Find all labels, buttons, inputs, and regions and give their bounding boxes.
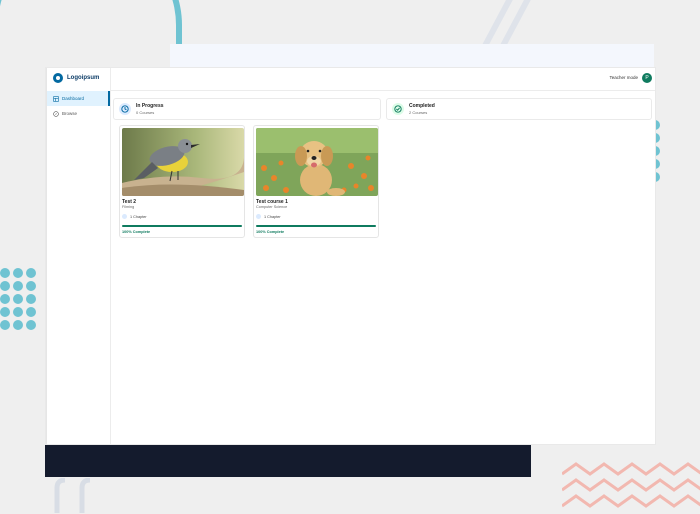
logo[interactable]: Logoipsum <box>53 73 99 83</box>
stat-title: In Progress <box>136 103 164 109</box>
course-category: Computer Science <box>256 205 288 209</box>
course-card[interactable]: Test course 1 Computer Science 1 Chapter… <box>253 125 379 238</box>
sidebar: Logoipsum Dashboard Browse <box>47 68 111 444</box>
sidebar-item-label: Dashboard <box>62 96 85 101</box>
course-card[interactable]: Test 2 Filming 1 Chapter 100% Complete <box>119 125 245 238</box>
book-icon <box>122 214 127 219</box>
sidebar-item-label: Browse <box>62 111 78 116</box>
decor-dots-left <box>0 268 36 330</box>
course-thumbnail-puppy <box>256 128 378 196</box>
chapter-count: 1 Chapter <box>122 214 147 219</box>
in-progress-card: In Progress 0 Courses <box>113 98 381 120</box>
book-icon <box>256 214 261 219</box>
course-category: Filming <box>122 205 135 209</box>
stat-count: 2 Courses <box>409 110 428 115</box>
sidebar-item-browse[interactable]: Browse <box>47 106 110 121</box>
progress-label: 100% Complete <box>122 230 151 234</box>
compass-icon <box>53 110 59 117</box>
progress-fill <box>122 225 242 227</box>
course-thumbnail-bird <box>122 128 244 196</box>
clock-icon <box>119 103 131 115</box>
logo-icon <box>53 73 63 83</box>
stat-title: Completed <box>409 103 435 109</box>
app-window: Logoipsum Dashboard Browse Teacher mode <box>46 68 655 444</box>
progress-bar <box>256 225 376 227</box>
logo-text: Logoipsum <box>67 75 100 81</box>
decor-lines-bottom <box>54 478 91 513</box>
stat-count: 0 Courses <box>136 110 155 115</box>
decor-arc <box>0 0 182 70</box>
check-circle-icon <box>392 103 404 115</box>
teacher-mode-button[interactable]: Teacher mode <box>609 75 638 80</box>
progress-label: 100% Complete <box>256 230 285 234</box>
chapter-label: 1 Chapter <box>264 214 281 219</box>
completed-card: Completed 2 Courses <box>386 98 652 120</box>
decor-zigzag <box>562 462 700 508</box>
sidebar-nav: Dashboard Browse <box>47 91 110 121</box>
progress-fill <box>256 225 376 227</box>
progress-bar <box>122 225 242 227</box>
chapter-label: 1 Chapter <box>130 214 147 219</box>
avatar[interactable]: P <box>642 73 652 83</box>
layout-icon <box>53 95 59 102</box>
top-bar: Teacher mode P <box>110 68 655 91</box>
chapter-count: 1 Chapter <box>256 214 281 219</box>
sidebar-item-dashboard[interactable]: Dashboard <box>47 91 110 106</box>
